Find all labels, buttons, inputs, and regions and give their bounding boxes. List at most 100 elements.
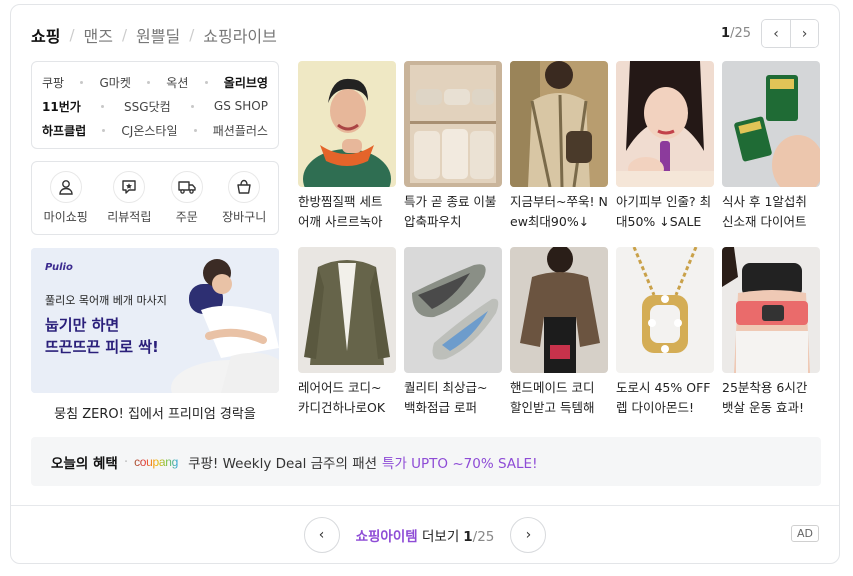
basket-icon: [228, 171, 261, 203]
prev-page-button[interactable]: ‹: [762, 20, 790, 47]
tab-separator: /: [121, 26, 128, 44]
page-indicator: 1/25: [721, 26, 751, 41]
orders-button[interactable]: 주문: [170, 171, 203, 225]
shopping-tabs: 쇼핑 / 맨즈 / 원쁠딜 / 쇼핑라이브: [31, 23, 277, 47]
my-shopping-menu: 마이쇼핑 리뷰적립 주문 장바구니: [31, 161, 279, 235]
product-image: [510, 247, 608, 373]
product-card[interactable]: 도로시 45% OFF 렙 다이아몬드!: [616, 247, 714, 418]
coupang-logo: coupang: [134, 455, 178, 469]
my-shopping-button[interactable]: 마이쇼핑: [44, 171, 88, 225]
cart-button[interactable]: 장바구니: [222, 171, 266, 225]
product-image: [510, 61, 608, 187]
product-card[interactable]: 식사 후 1알섭취 신소재 다이어트: [722, 61, 820, 232]
product-title: 퀄리티 최상급~ 백화점급 로퍼: [404, 380, 488, 415]
chevron-left-icon: ‹: [773, 25, 779, 42]
prev-page-button[interactable]: ‹: [303, 517, 340, 553]
product-title: 식사 후 1알섭취 신소재 다이어트: [722, 194, 807, 229]
review-icon: [113, 171, 146, 203]
product-title: 25분착용 6시간 뱃살 운동 효과!: [722, 380, 808, 415]
more-label: 더보기: [417, 529, 460, 545]
mall-link[interactable]: GS SHOP: [214, 99, 268, 113]
benefit-highlight: 특가 UPTO ~70% SALE!: [382, 455, 538, 472]
mall-link[interactable]: G마켓: [100, 74, 131, 91]
separator-dot: ·: [123, 453, 129, 470]
chevron-left-icon: ‹: [318, 527, 325, 543]
tab-separator: /: [189, 26, 195, 44]
tab-one-plus-deal[interactable]: 원쁠딜: [136, 23, 180, 47]
my-shopping-label: 마이쇼핑: [43, 210, 88, 224]
tab-shopping-live[interactable]: 쇼핑라이브: [203, 23, 277, 47]
separator-dot: [102, 128, 106, 132]
footer-pager: ‹ 쇼핑아이템 더보기 1/25 ›: [11, 515, 839, 555]
mall-link[interactable]: 하프클럽: [42, 122, 86, 139]
more-highlight: 쇼핑아이템: [355, 529, 418, 545]
banner-headline: 눕기만 하면: [45, 316, 120, 334]
product-title: 레어어드 코디~ 카디건하나로OK: [298, 380, 386, 415]
separator-dot: [80, 80, 84, 84]
product-card[interactable]: 아기피부 인줄? 최대50% ↓SALE: [616, 61, 714, 232]
mall-link[interactable]: 옥션: [166, 74, 188, 91]
review-reward-label: 리뷰적립: [107, 210, 152, 224]
product-card[interactable]: 퀄리티 최상급~ 백화점급 로퍼: [404, 247, 502, 418]
product-title: 아기피부 인줄? 최대50% ↓SALE: [616, 194, 712, 229]
separator-dot: [190, 104, 194, 108]
product-card[interactable]: 레어어드 코디~ 카디건하나로OK: [298, 247, 396, 418]
benefit-label: 오늘의 혜택: [51, 455, 118, 472]
chevron-right-icon: ›: [525, 527, 532, 543]
product-card[interactable]: 한방찜질팩 세트 어깨 사르르녹아: [298, 61, 396, 232]
promo-banner[interactable]: Pulio 풀리오 목어깨 베개 마사지 눕기만 하면 뜨끈뜨끈 피로 싹!: [31, 248, 279, 393]
mall-link[interactable]: 올리브영: [224, 74, 268, 91]
separator-dot: [193, 128, 197, 132]
product-title: 지금부터~쭈욱! New최대90%↓: [510, 194, 608, 229]
benefit-text: 쿠팡! Weekly Deal 금주의 패션: [188, 455, 378, 472]
top-pager: 1/25 ‹ ›: [721, 19, 819, 48]
product-image: [404, 61, 502, 187]
product-image: [722, 61, 820, 187]
banner-caption[interactable]: 뭉침 ZERO! 집에서 프리미엄 경락을: [31, 403, 279, 422]
todays-benefit[interactable]: 오늘의 혜택 · coupang 쿠팡! Weekly Deal 금주의 패션 …: [31, 437, 821, 486]
divider: [11, 505, 839, 506]
page-indicator: 1/25: [463, 529, 495, 545]
tab-mens[interactable]: 맨즈: [84, 23, 113, 47]
shopping-card: 쇼핑 / 맨즈 / 원쁠딜 / 쇼핑라이브 1/25 ‹ › 쿠팡 G마켓 옥션…: [10, 4, 840, 564]
mall-link[interactable]: CJ온스타일: [121, 122, 177, 139]
orders-label: 주문: [175, 210, 198, 224]
product-image: [722, 247, 820, 373]
product-image: [298, 61, 396, 187]
product-title: 핸드메이드 코디 할인받고 득템해: [510, 380, 595, 415]
product-card[interactable]: 지금부터~쭈욱! New최대90%↓: [510, 61, 608, 232]
mall-link[interactable]: SSG닷컴: [124, 98, 171, 115]
product-image: [616, 247, 714, 373]
separator-dot: [147, 80, 151, 84]
next-page-button[interactable]: ›: [510, 517, 547, 553]
ad-badge[interactable]: AD: [791, 525, 819, 542]
product-card[interactable]: 25분착용 6시간 뱃살 운동 효과!: [722, 247, 820, 418]
product-title: 한방찜질팩 세트 어깨 사르르녹아: [298, 194, 383, 229]
banner-headline: 뜨끈뜨끈 피로 싹!: [45, 338, 159, 356]
more-items-link[interactable]: 쇼핑아이템 더보기 1/25: [356, 525, 495, 545]
truck-icon: [170, 171, 203, 203]
separator-dot: [100, 104, 104, 108]
next-page-button[interactable]: ›: [790, 20, 818, 47]
mall-link[interactable]: 패션플러스: [213, 122, 268, 139]
mall-link[interactable]: 11번가: [42, 98, 81, 115]
product-image: [298, 247, 396, 373]
tab-separator: /: [69, 26, 75, 44]
mall-list: 쿠팡 G마켓 옥션 올리브영 11번가 SSG닷컴 GS SHOP 하프클럽 C…: [31, 61, 279, 149]
separator-dot: [204, 80, 208, 84]
person-icon: [49, 171, 82, 203]
product-card[interactable]: 핸드메이드 코디 할인받고 득템해: [510, 247, 608, 418]
product-image: [616, 61, 714, 187]
tab-shopping[interactable]: 쇼핑: [31, 23, 60, 47]
product-title: 특가 곧 종료 이불압축파우치: [404, 194, 497, 229]
chevron-right-icon: ›: [801, 25, 808, 42]
product-title: 도로시 45% OFF 렙 다이아몬드!: [616, 380, 711, 415]
mall-link[interactable]: 쿠팡: [42, 74, 64, 91]
product-image: [404, 247, 502, 373]
banner-subtitle: 풀리오 목어깨 베개 마사지: [45, 294, 167, 307]
cart-label: 장바구니: [222, 210, 267, 224]
coupang-logo-text: coupang: [134, 454, 179, 469]
review-reward-button[interactable]: 리뷰적립: [107, 171, 151, 225]
product-card[interactable]: 특가 곧 종료 이불압축파우치: [404, 61, 502, 232]
banner-brand: Pulio: [45, 262, 73, 273]
